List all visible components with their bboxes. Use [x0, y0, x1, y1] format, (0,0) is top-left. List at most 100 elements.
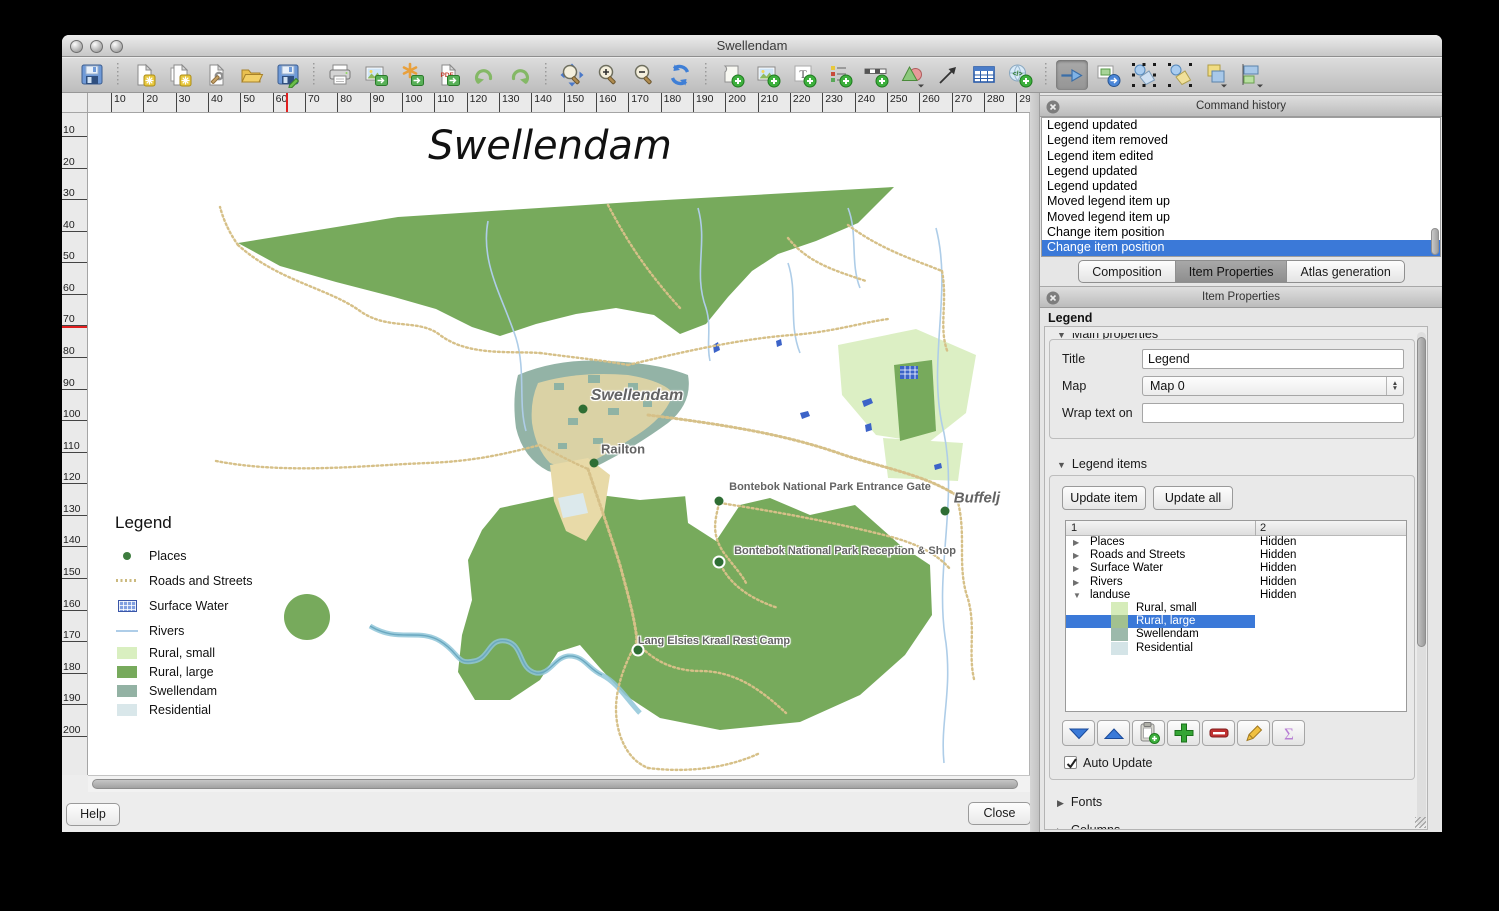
legend-title-input[interactable]: [1142, 349, 1404, 369]
add-shape-button[interactable]: [896, 60, 928, 90]
dock-divider[interactable]: [1030, 93, 1040, 832]
collapse-triangle-icon[interactable]: ▼: [1073, 589, 1081, 602]
group-items-button[interactable]: [1128, 60, 1160, 90]
new-composition-button[interactable]: [128, 60, 160, 90]
ungroup-items-button[interactable]: [1164, 60, 1196, 90]
update-all-button[interactable]: Update all: [1153, 486, 1233, 510]
ruler-tick: 210: [758, 93, 779, 113]
tab-composition[interactable]: Composition: [1078, 260, 1175, 283]
cursor-position-marker: [62, 326, 88, 328]
move-up-button[interactable]: [1097, 720, 1130, 746]
zoom-full-button[interactable]: [556, 60, 588, 90]
redo-button[interactable]: [504, 60, 536, 90]
map-title-label[interactable]: Swellendam: [428, 123, 672, 169]
history-item[interactable]: Legend updated: [1042, 179, 1440, 194]
history-item[interactable]: Moved legend item up: [1042, 210, 1440, 225]
legend-items-table[interactable]: 1 2 ▶PlacesHidden▶Roads and StreetsHidde…: [1065, 520, 1407, 712]
panel-vertical-scrollbar[interactable]: [1417, 332, 1426, 826]
history-item[interactable]: Change item position: [1042, 225, 1440, 240]
stepper-icon[interactable]: ▲▼: [1386, 377, 1403, 395]
legend-tree-row[interactable]: Rural, small: [1066, 602, 1406, 615]
legend-tree-row[interactable]: Swellendam: [1066, 628, 1406, 641]
export-image-button[interactable]: [360, 60, 392, 90]
save-project-button[interactable]: [76, 60, 108, 90]
align-items-button[interactable]: [1236, 60, 1268, 90]
wrap-text-input[interactable]: [1142, 403, 1404, 423]
close-panel-icon[interactable]: [1046, 100, 1060, 114]
history-item[interactable]: Legend item edited: [1042, 149, 1440, 164]
composition-manager-button[interactable]: [200, 60, 232, 90]
command-history-scrollbar[interactable]: [1431, 228, 1439, 255]
tab-item-properties[interactable]: Item Properties: [1175, 260, 1288, 283]
print-button[interactable]: [324, 60, 356, 90]
ruler-tick: 130: [499, 93, 520, 113]
legend-tree-row[interactable]: ▶Surface WaterHidden: [1066, 562, 1406, 575]
zoom-out-button[interactable]: [628, 60, 660, 90]
history-item[interactable]: Legend item removed: [1042, 133, 1440, 148]
export-pdf-button[interactable]: PDF: [432, 60, 464, 90]
select-move-item-button[interactable]: [1056, 60, 1088, 90]
composition-canvas[interactable]: Swellendam Legend PlacesRoads and Street…: [88, 113, 1030, 775]
paste-item-button[interactable]: [1132, 720, 1165, 746]
canvas-horizontal-scrollbar[interactable]: [88, 775, 1030, 792]
move-item-content-button[interactable]: [1092, 60, 1124, 90]
auto-update-checkbox[interactable]: [1064, 756, 1077, 769]
minimize-window-icon[interactable]: [90, 40, 103, 53]
remove-item-button[interactable]: [1202, 720, 1235, 746]
fonts-section[interactable]: ▶Fonts: [1057, 795, 1102, 809]
add-scalebar-button[interactable]: [860, 60, 892, 90]
update-item-button[interactable]: Update item: [1062, 486, 1146, 510]
map-legend-item[interactable]: Legend PlacesRoads and StreetsSurface Wa…: [115, 513, 350, 719]
add-legend-button[interactable]: [824, 60, 856, 90]
close-window-icon[interactable]: [70, 40, 83, 53]
tab-atlas-generation[interactable]: Atlas generation: [1286, 260, 1404, 283]
add-image-button[interactable]: [752, 60, 784, 90]
add-item-button[interactable]: [1167, 720, 1200, 746]
load-template-button[interactable]: [236, 60, 268, 90]
legend-tree-row[interactable]: ▶Roads and StreetsHidden: [1066, 549, 1406, 562]
zoom-in-button[interactable]: [592, 60, 624, 90]
legend-items-header[interactable]: ▼Legend items: [1057, 457, 1147, 471]
map-legend-entry: Residential: [115, 700, 350, 719]
legend-tree-row[interactable]: ▶RiversHidden: [1066, 576, 1406, 589]
add-map-button[interactable]: [716, 60, 748, 90]
zoom-window-icon[interactable]: [110, 40, 123, 53]
add-arrow-button[interactable]: [932, 60, 964, 90]
legend-tree-row[interactable]: Residential: [1066, 642, 1406, 655]
legend-tree-row[interactable]: ▶PlacesHidden: [1066, 536, 1406, 549]
add-attribute-table-button[interactable]: [968, 60, 1000, 90]
history-item[interactable]: Moved legend item up: [1042, 194, 1440, 209]
close-panel-icon[interactable]: [1046, 291, 1060, 305]
legend-swatch-icon: [115, 600, 139, 612]
history-item[interactable]: Legend updated: [1042, 118, 1440, 133]
close-button[interactable]: Close: [968, 802, 1031, 825]
history-item[interactable]: Legend updated: [1042, 164, 1440, 179]
sum-items-button[interactable]: Σ: [1272, 720, 1305, 746]
legend-tree-row[interactable]: ▼landuseHidden: [1066, 589, 1406, 602]
expand-triangle-icon[interactable]: ▶: [1073, 536, 1079, 549]
expand-triangle-icon[interactable]: ▶: [1073, 562, 1079, 575]
help-button[interactable]: Help: [66, 803, 120, 826]
hscroll-thumb[interactable]: [92, 779, 1018, 789]
toolbar-separator: [700, 63, 712, 87]
add-label-button[interactable]: T: [788, 60, 820, 90]
edit-item-button[interactable]: [1237, 720, 1270, 746]
vscroll-thumb[interactable]: [1417, 337, 1426, 647]
title-bar[interactable]: Swellendam: [62, 35, 1442, 57]
columns-section[interactable]: ▶Columns: [1057, 823, 1120, 830]
map-select[interactable]: Map 0 ▲▼: [1142, 376, 1404, 396]
save-as-template-button[interactable]: [272, 60, 304, 90]
expand-triangle-icon[interactable]: ▶: [1073, 576, 1079, 589]
move-down-button[interactable]: [1062, 720, 1095, 746]
refresh-view-button[interactable]: [664, 60, 696, 90]
duplicate-composition-button[interactable]: [164, 60, 196, 90]
raise-items-button[interactable]: [1200, 60, 1232, 90]
resize-grip-icon[interactable]: [1415, 817, 1426, 828]
export-svg-button[interactable]: [396, 60, 428, 90]
expand-triangle-icon[interactable]: ▶: [1073, 549, 1079, 562]
history-item[interactable]: Change item position: [1042, 240, 1440, 255]
legend-tree-row[interactable]: Rural, large: [1066, 615, 1406, 628]
command-history-list[interactable]: Legend updatedLegend item removedLegend …: [1041, 117, 1441, 257]
add-html-button[interactable]: </>: [1004, 60, 1036, 90]
undo-button[interactable]: [468, 60, 500, 90]
